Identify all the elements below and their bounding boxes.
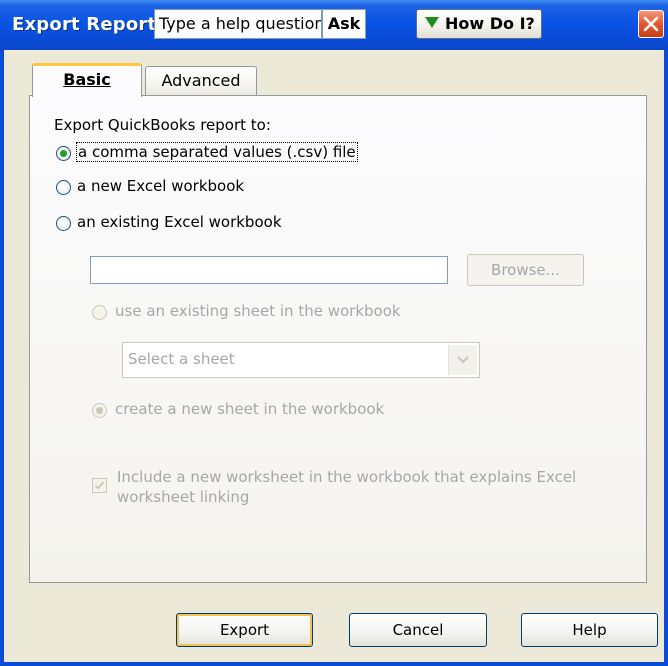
include-worksheet-label-line1[interactable]: Include a new worksheet in the workbook … [117, 468, 576, 486]
radio-existing-excel-workbook-label[interactable]: an existing Excel workbook [77, 213, 282, 231]
export-report-dialog: Export Report Type a help question Ask H… [0, 0, 668, 666]
include-worksheet-label-line2[interactable]: worksheet linking [117, 488, 249, 506]
radio-csv-file[interactable] [56, 146, 71, 161]
radio-use-existing-sheet-label[interactable]: use an existing sheet in the workbook [115, 302, 401, 320]
export-heading: Export QuickBooks report to: [54, 116, 271, 134]
radio-create-new-sheet-label[interactable]: create a new sheet in the workbook [115, 400, 384, 418]
include-worksheet-checkbox[interactable] [92, 478, 107, 493]
radio-new-excel-workbook[interactable] [56, 180, 71, 195]
radio-new-excel-workbook-label[interactable]: a new Excel workbook [77, 177, 244, 195]
workbook-path-input[interactable] [90, 256, 448, 284]
sheet-select[interactable]: Select a sheet [122, 342, 480, 378]
sheet-select-dropdown-button[interactable] [448, 345, 477, 375]
checkmark-icon [94, 481, 105, 490]
radio-create-new-sheet[interactable] [92, 403, 107, 418]
radio-existing-excel-workbook[interactable] [56, 216, 71, 231]
browse-button[interactable]: Browse... [467, 254, 584, 286]
radio-use-existing-sheet[interactable] [92, 305, 107, 320]
sheet-select-value: Select a sheet [128, 350, 235, 368]
radio-csv-file-label[interactable]: a comma separated values (.csv) file [76, 142, 358, 162]
chevron-down-icon [457, 356, 469, 364]
panel-content: Export QuickBooks report to: a comma sep… [4, 0, 664, 662]
